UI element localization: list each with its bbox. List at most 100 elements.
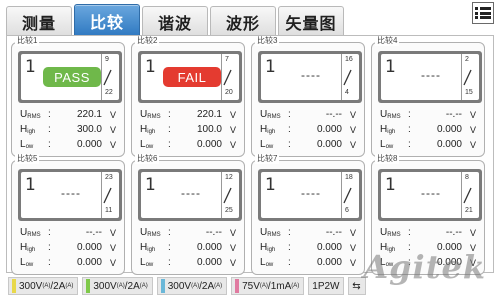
compare-panel-7[interactable]: 比较7 1 ---- 18 6 URMS : --.-- V High: 0.… — [251, 154, 365, 275]
compare-panel-5[interactable]: 比较5 1 ---- 23 11 URMS : --.-- V High: 0… — [11, 154, 125, 275]
low-value[interactable]: 0.000 — [300, 257, 342, 268]
colon: : — [288, 139, 291, 150]
compare-panel-3[interactable]: 比较3 1 ---- 16 4 URMS : --.-- V High: 0.… — [251, 36, 365, 157]
high-row[interactable]: High : 0.000 V — [260, 240, 364, 255]
switch-bottom-number: 25 — [225, 207, 233, 214]
switch-bottom-number: 20 — [225, 89, 233, 96]
high-value[interactable]: 300.0 — [60, 124, 102, 135]
high-value[interactable]: 0.000 — [300, 242, 342, 253]
range-sub: (A) — [291, 283, 300, 289]
low-label: Low — [380, 139, 394, 150]
status-screen-inner: 1 PASS 9 22 — [21, 54, 119, 100]
high-value[interactable]: 0.000 — [300, 124, 342, 135]
panel-title: 比较2 — [135, 36, 160, 46]
colon: : — [48, 242, 51, 253]
compare-panel-4[interactable]: 比较4 1 ---- 2 15 URMS : --.-- V High: 0.… — [371, 36, 485, 157]
urms-unit: V — [109, 109, 116, 120]
low-label: Low — [20, 139, 34, 150]
low-row[interactable]: Low : 0.000 V — [260, 137, 364, 152]
urms-row: URMS : --.-- V — [380, 107, 484, 122]
colon: : — [288, 227, 291, 238]
value-rows: URMS : 220.1 V High : 300.0 V Low : 0.00… — [20, 107, 124, 152]
menu-list-icon[interactable] — [472, 2, 494, 24]
low-row[interactable]: Low : 0.000 V — [140, 137, 244, 152]
high-label: High — [20, 242, 36, 253]
low-unit: V — [469, 139, 476, 150]
high-value[interactable]: 100.0 — [180, 124, 222, 135]
high-label: High — [140, 124, 156, 135]
urms-value: 220.1 — [76, 109, 102, 120]
tab-harmonics[interactable]: 谐波 — [142, 6, 208, 36]
urms-unit: V — [349, 227, 356, 238]
tab-vector[interactable]: 矢量图 — [278, 6, 344, 36]
tab-measure[interactable]: 测量 — [6, 6, 72, 36]
high-row[interactable]: High : 0.000 V — [140, 240, 244, 255]
wiring-mode[interactable]: 1P2W — [308, 277, 344, 295]
high-unit: V — [349, 124, 356, 135]
switch-icon — [223, 69, 232, 86]
low-row[interactable]: Low : 0.000 V — [20, 255, 124, 270]
watermark-logo: Agitek — [363, 248, 486, 286]
low-row[interactable]: Low : 0.000 V — [20, 137, 124, 152]
urms-value: --.-- — [325, 227, 342, 238]
status-screen: 1 ---- 18 6 — [258, 169, 362, 221]
high-value[interactable]: 0.000 — [60, 242, 102, 253]
switch-bottom-number: 21 — [465, 207, 473, 214]
range-voltage: 75V — [242, 280, 260, 292]
high-row[interactable]: High : 100.0 V — [140, 122, 244, 137]
urms-unit: V — [229, 109, 236, 120]
high-row[interactable]: High : 0.000 V — [260, 122, 364, 137]
panel-title: 比较6 — [135, 154, 160, 164]
low-row[interactable]: Low : 0.000 V — [380, 137, 484, 152]
tab-compare[interactable]: 比较 — [74, 4, 140, 36]
high-value[interactable]: 0.000 — [180, 242, 222, 253]
low-value[interactable]: 0.000 — [420, 139, 462, 150]
range-sub: (A) — [139, 283, 148, 289]
tab-bar: 测量 比较 谐波 波形 矢量图 — [6, 4, 494, 36]
channel-number: 1 — [265, 175, 276, 195]
urms-row: URMS : --.-- V — [140, 225, 244, 240]
tab-waveform[interactable]: 波形 — [210, 6, 276, 36]
status-text: ---- — [421, 186, 441, 200]
low-value[interactable]: 0.000 — [60, 139, 102, 150]
urms-unit: V — [469, 109, 476, 120]
low-unit: V — [349, 139, 356, 150]
switch-top-number: 18 — [345, 174, 353, 181]
range-chip-3[interactable]: 300V (A)/2A (A) — [156, 277, 228, 295]
status-screen: 1 ---- 12 25 — [138, 169, 242, 221]
urms-label: URMS — [380, 109, 401, 120]
compare-panel-2[interactable]: 比较2 1 FAIL 7 20 URMS : 220.1 V High: 10… — [131, 36, 245, 157]
range-chip-4[interactable]: 75V (A)/1mA (A) — [231, 277, 305, 295]
urms-label: URMS — [260, 109, 281, 120]
range-color-swatch — [12, 279, 16, 293]
channel-number: 1 — [25, 175, 36, 195]
low-value[interactable]: 0.000 — [60, 257, 102, 268]
low-row[interactable]: Low : 0.000 V — [140, 255, 244, 270]
compare-panel-6[interactable]: 比较6 1 ---- 12 25 URMS : --.-- V High: 0… — [131, 154, 245, 275]
compare-frame: 比较1 1 PASS 9 22 URMS : 220.1 V High: 30… — [6, 35, 494, 275]
low-value[interactable]: 0.000 — [180, 257, 222, 268]
high-row[interactable]: High : 0.000 V — [20, 240, 124, 255]
high-row[interactable]: High : 0.000 V — [380, 122, 484, 137]
panel-title: 比较4 — [375, 36, 400, 46]
panel-title: 比较8 — [375, 154, 400, 164]
low-unit: V — [349, 257, 356, 268]
status-screen-inner: 1 ---- 2 15 — [381, 54, 479, 100]
fail-badge: FAIL — [163, 67, 221, 87]
compare-panel-1[interactable]: 比较1 1 PASS 9 22 URMS : 220.1 V High: 30… — [11, 36, 125, 157]
status-screen: 1 ---- 2 15 — [378, 51, 482, 103]
channel-number: 1 — [385, 175, 396, 195]
colon: : — [168, 109, 171, 120]
high-value[interactable]: 0.000 — [420, 124, 462, 135]
urms-value: --.-- — [445, 109, 462, 120]
value-rows: URMS : --.-- V High : 0.000 V Low : 0.00… — [260, 225, 364, 270]
high-row[interactable]: High : 300.0 V — [20, 122, 124, 137]
channel-number: 1 — [145, 57, 156, 77]
low-value[interactable]: 0.000 — [300, 139, 342, 150]
switch-top-number: 7 — [225, 56, 229, 63]
low-row[interactable]: Low : 0.000 V — [260, 255, 364, 270]
urms-label: URMS — [260, 227, 281, 238]
range-chip-2[interactable]: 300V (A)/2A (A) — [82, 277, 153, 295]
range-chip-1[interactable]: 300V (A)/2A (A) — [8, 277, 79, 295]
low-value[interactable]: 0.000 — [180, 139, 222, 150]
